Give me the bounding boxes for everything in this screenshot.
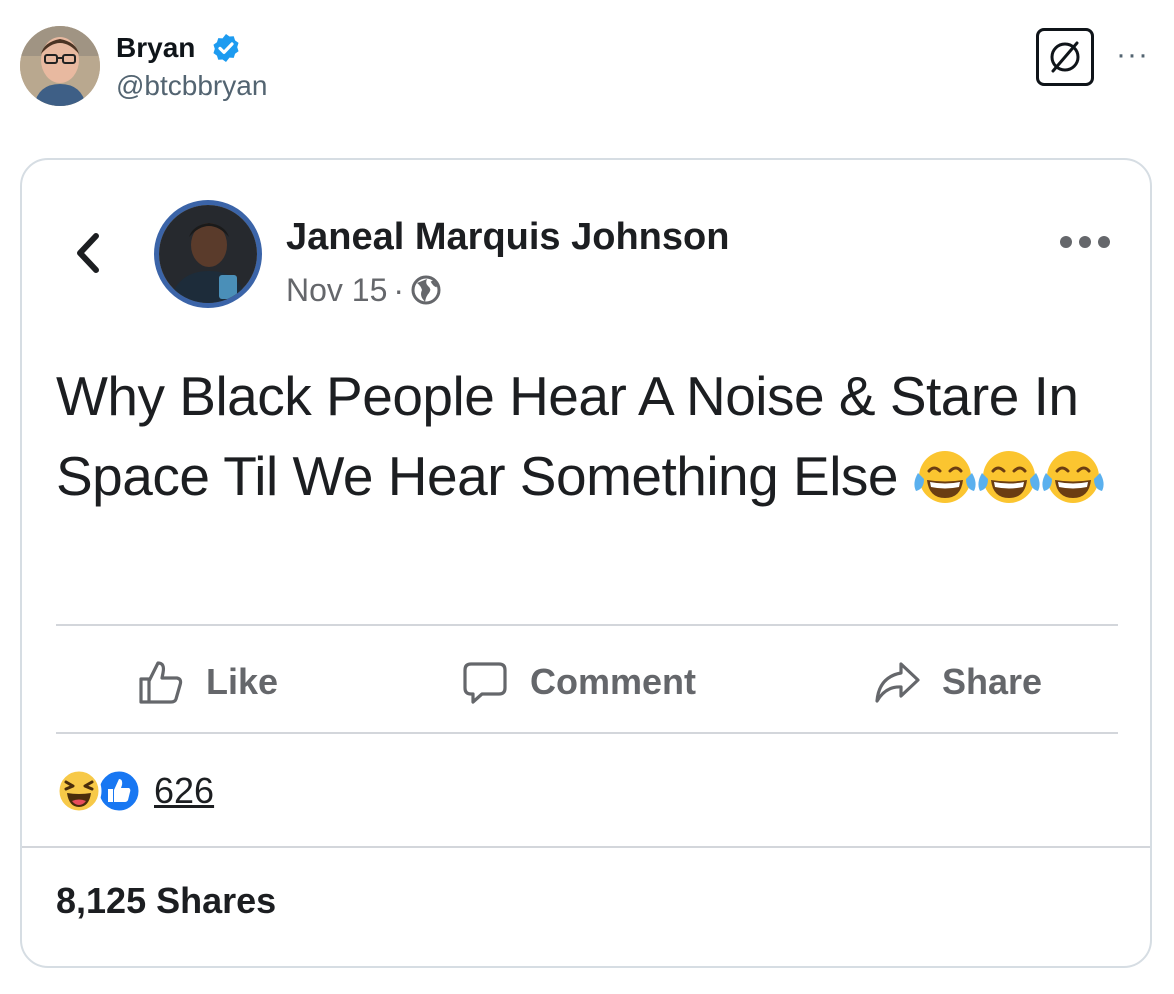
fb-author-avatar[interactable] [154,200,262,308]
tweet-header: Bryan @btcbbryan ··· [20,26,1154,108]
back-arrow-icon[interactable] [72,230,102,276]
share-button[interactable]: Share [874,654,1042,710]
fb-post-text: Why Black People Hear A Noise & Stare In… [56,356,1116,530]
grok-button[interactable] [1036,28,1094,86]
reaction-count[interactable]: 626 [154,770,214,812]
share-label: Share [942,661,1043,702]
divider [56,624,1118,626]
comment-label: Comment [530,661,697,702]
fb-more-options-icon[interactable] [1058,232,1112,252]
face-with-tears-of-joy-icon [1042,451,1104,503]
share-arrow-icon [875,662,920,703]
fb-meta-separator: · [393,272,405,308]
globe-icon [411,275,441,305]
slash-circle-icon [1050,41,1080,73]
author-avatar[interactable] [20,26,100,106]
fb-post-date[interactable]: Nov 15 [286,272,387,308]
shares-count[interactable]: 8,125 Shares [56,880,276,922]
fb-author-name[interactable]: Janeal Marquis Johnson [286,216,729,259]
comment-button[interactable]: Comment [462,654,696,710]
divider [56,732,1118,734]
like-label: Like [206,661,279,702]
like-button[interactable]: Like [138,654,278,710]
like-reaction-icon [96,768,142,814]
verified-badge-icon [213,34,239,62]
more-options-button[interactable]: ··· [1116,38,1149,72]
divider [22,846,1150,848]
haha-reaction-icon [56,768,102,814]
author-handle[interactable]: @btcbbryan [116,70,267,102]
comment-bubble-icon [463,662,507,704]
face-with-tears-of-joy-icon [978,451,1040,503]
emoji-group [910,445,1104,530]
face-with-tears-of-joy-icon [914,451,976,503]
attached-image[interactable]: Janeal Marquis Johnson Nov 15 · Why Black… [20,158,1152,968]
author-name[interactable]: Bryan [116,32,195,64]
thumbs-up-icon [139,661,183,704]
fb-post-meta: Nov 15 · [286,272,442,309]
